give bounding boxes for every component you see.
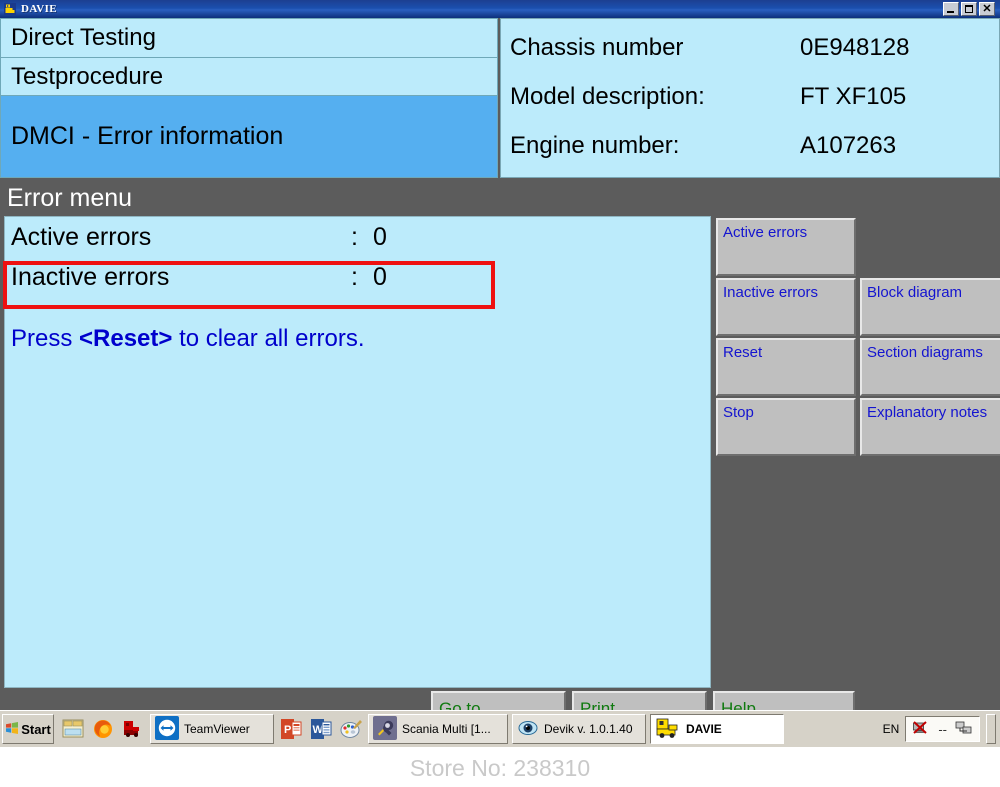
dashes-icon[interactable]: --	[938, 722, 947, 737]
vehicle-info-label: Model description:	[510, 82, 705, 110]
close-button[interactable]: ✕	[979, 2, 995, 16]
red-truck-icon[interactable]	[118, 714, 148, 744]
vehicle-info-row-chassis: Chassis number 0E948128	[501, 34, 999, 62]
taskbar-item-davie[interactable]: DAVIE	[650, 714, 784, 744]
taskbar-item-label: DAVIE	[686, 722, 722, 736]
system-tray: EN --	[879, 714, 1000, 744]
button-label: Active errors	[723, 224, 808, 241]
word-icon[interactable]: W	[306, 714, 336, 744]
start-button[interactable]: Start	[2, 714, 54, 744]
button-label: Reset	[723, 344, 763, 361]
go-to-button[interactable]: Go to	[431, 691, 566, 710]
reset-hint-prefix: Press	[11, 325, 80, 352]
button-label: Stop	[723, 404, 754, 421]
scania-multi-icon	[373, 715, 397, 743]
window-titlebar[interactable]: DAVIE ✕	[0, 0, 1000, 18]
vehicle-info-value: 0E948128	[800, 33, 910, 61]
vehicle-info-panel: Chassis number 0E948128 Model descriptio…	[500, 18, 1000, 178]
language-indicator[interactable]: EN	[883, 722, 900, 736]
nav-row-label: Testprocedure	[11, 62, 164, 90]
explanatory-notes-button[interactable]: Explanatory notes	[860, 398, 1000, 456]
powerpoint-icon[interactable]: P	[276, 714, 306, 744]
button-label: Help	[721, 699, 756, 710]
side-button-panel: Active errors Inactive errors Reset Stop…	[716, 218, 1000, 458]
reset-button[interactable]: Reset	[716, 338, 856, 396]
taskbar-item-label: TeamViewer	[184, 722, 250, 736]
taskbar-item-label: Devik v. 1.0.1.40	[544, 722, 633, 736]
error-row-label: Inactive errors	[11, 262, 170, 291]
nav-row-direct-testing[interactable]: Direct Testing	[0, 18, 498, 58]
store-watermark: Store No: 238310	[0, 750, 1000, 787]
windows-logo-icon	[5, 721, 19, 738]
error-menu-content-panel: Active errors : 0 Inactive errors : 0 Pr…	[4, 216, 711, 688]
header-area: Direct Testing Testprocedure DMCI - Erro…	[0, 18, 1000, 178]
stop-button[interactable]: Stop	[716, 398, 856, 456]
error-row-count: 0	[373, 222, 387, 251]
navigation-breadcrumb-stack: Direct Testing Testprocedure DMCI - Erro…	[0, 18, 500, 178]
inactive-errors-button[interactable]: Inactive errors	[716, 278, 856, 336]
taskbar-item-scania-multi[interactable]: Scania Multi [1...	[368, 714, 508, 744]
error-row-active: Active errors : 0	[5, 217, 710, 257]
error-row-count: 0	[373, 262, 387, 291]
reset-hint-suffix: to clear all errors.	[172, 325, 365, 352]
folder-window-icon[interactable]	[58, 714, 88, 744]
network-disconnected-icon[interactable]	[912, 720, 930, 739]
paint-icon[interactable]	[336, 714, 366, 744]
vehicle-info-row-engine: Engine number: A107263	[501, 132, 999, 160]
button-label: Section diagrams	[867, 344, 983, 361]
reset-instruction-text: Press <Reset> to clear all errors.	[5, 297, 710, 353]
button-label: Inactive errors	[723, 284, 819, 301]
network-link-icon[interactable]	[955, 720, 973, 739]
start-button-label: Start	[21, 721, 51, 737]
print-button[interactable]: Print	[572, 691, 707, 710]
watermark-text: Store No: 238310	[409, 755, 591, 781]
firefox-icon[interactable]	[88, 714, 118, 744]
bottom-button-bar: Go to Print Help	[0, 688, 1000, 710]
taskbar-item-devik[interactable]: Devik v. 1.0.1.40	[512, 714, 646, 744]
svg-text:P: P	[284, 724, 291, 736]
nav-row-label: Direct Testing	[11, 24, 156, 51]
window-controls: ✕	[943, 2, 995, 16]
maximize-button[interactable]	[961, 2, 977, 16]
button-label: Print	[580, 699, 615, 710]
button-label: Go to	[439, 699, 481, 710]
davie-truck-icon	[3, 2, 17, 16]
davie-application-window: DAVIE ✕ Direct Testing Testprocedure DMC…	[0, 0, 1000, 710]
vehicle-info-value: FT XF105	[800, 82, 907, 110]
minimize-button[interactable]	[943, 2, 959, 16]
active-errors-button[interactable]: Active errors	[716, 218, 856, 276]
vehicle-info-row-model: Model description: FT XF105	[501, 83, 999, 111]
error-row-label: Active errors	[11, 222, 152, 251]
error-row-inactive: Inactive errors : 0	[5, 257, 710, 297]
tray-resize-handle[interactable]	[986, 714, 996, 744]
nav-row-testprocedure[interactable]: Testprocedure	[0, 58, 498, 96]
vehicle-info-label: Chassis number	[510, 33, 684, 61]
taskbar-item-label: Scania Multi [1...	[402, 722, 491, 736]
teamviewer-icon	[155, 715, 179, 743]
taskbar-item-teamviewer[interactable]: TeamViewer	[150, 714, 274, 744]
button-label: Block diagram	[867, 284, 963, 301]
help-button[interactable]: Help	[713, 691, 855, 710]
section-header-label: Error menu	[7, 183, 133, 212]
button-label: Explanatory notes	[867, 404, 988, 421]
tray-icon-box: --	[905, 716, 980, 742]
devik-eye-icon	[517, 717, 539, 742]
windows-taskbar: Start TeamViewer P W Scania Multi [1... …	[0, 710, 1000, 747]
block-diagram-button[interactable]: Block diagram	[860, 278, 1000, 336]
section-header: Error menu	[0, 178, 1000, 218]
error-row-separator: :	[351, 222, 358, 251]
vehicle-info-label: Engine number:	[510, 132, 680, 160]
davie-truck-icon	[655, 716, 681, 743]
nav-row-label: DMCI - Error information	[11, 122, 284, 150]
error-row-separator: :	[351, 262, 358, 291]
nav-row-dmci-error-information[interactable]: DMCI - Error information	[0, 96, 498, 178]
vehicle-info-value: A107263	[800, 132, 897, 160]
reset-hint-keyword: <Reset>	[79, 325, 173, 352]
window-title: DAVIE	[21, 3, 58, 15]
section-diagrams-button[interactable]: Section diagrams	[860, 338, 1000, 396]
